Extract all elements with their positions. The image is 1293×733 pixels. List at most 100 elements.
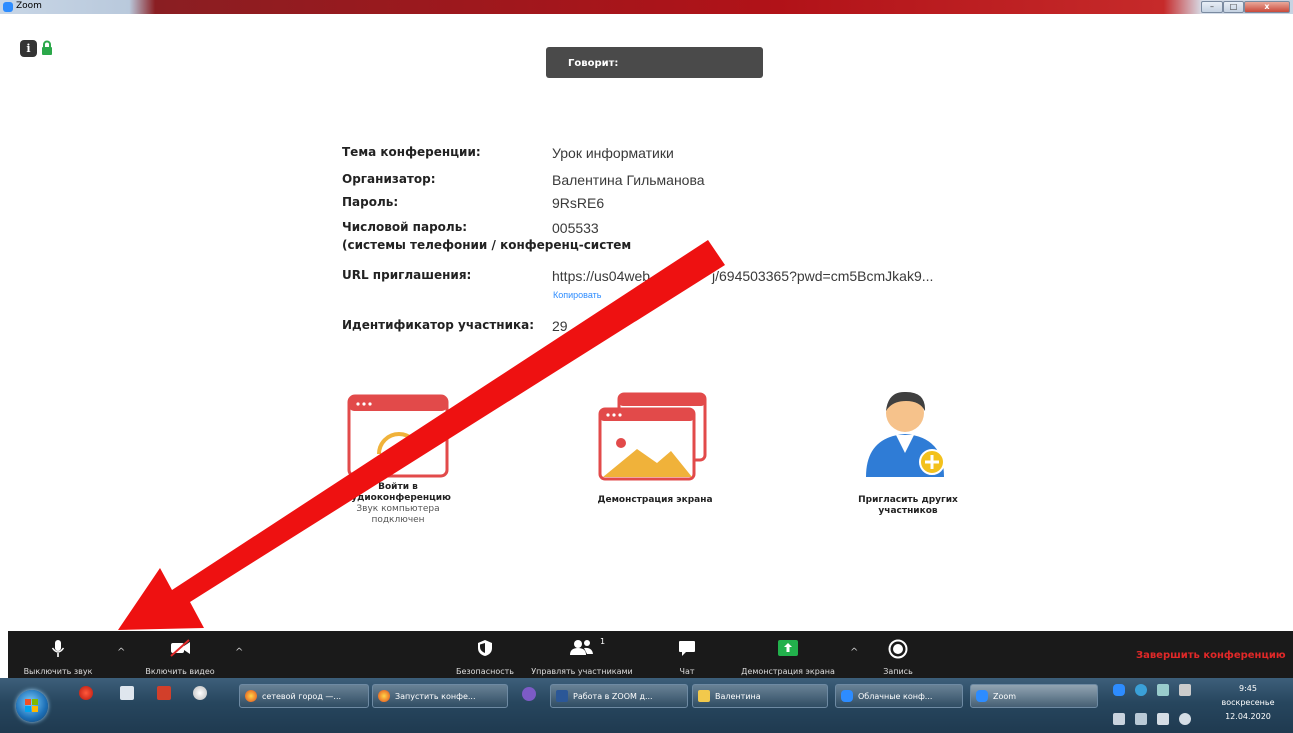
- host-label: Организатор:: [342, 172, 436, 186]
- folder-icon: [698, 690, 710, 702]
- audio-options-caret[interactable]: ^: [117, 647, 125, 658]
- lock-icon[interactable]: [41, 40, 53, 56]
- clock-time: 9:45: [1239, 684, 1257, 693]
- chat-bubble-icon: [679, 641, 695, 656]
- windows-taskbar: сетевой город —... Запустить конфе... Ра…: [0, 678, 1293, 733]
- taskbar-item-word-doc[interactable]: Работа в ZOOM д...: [550, 684, 688, 708]
- taskbar-item-start-conference[interactable]: Запустить конфе...: [372, 684, 508, 708]
- mute-label: Выключить звук: [23, 667, 93, 676]
- url-label: URL приглашения:: [342, 268, 472, 282]
- taskbar-item-folder[interactable]: Валентина: [692, 684, 828, 708]
- join-audio-tile-icon[interactable]: [347, 394, 449, 478]
- task-label: Работа в ZOOM д...: [573, 692, 653, 701]
- mute-button[interactable]: Выключить звук: [8, 631, 108, 678]
- share-screen-label: Демонстрация экрана: [741, 667, 835, 676]
- url-value[interactable]: https://us04web: [552, 268, 650, 284]
- topic-label: Тема конференции:: [342, 145, 481, 159]
- url-value-tail[interactable]: j/694503365?pwd=cm5BcmJkak9...: [712, 268, 933, 284]
- system-clock[interactable]: 9:45 воскресенье 12.04.2020: [1209, 682, 1287, 724]
- tray-signal-icon[interactable]: [1135, 713, 1147, 725]
- share-options-caret[interactable]: ^: [850, 647, 858, 658]
- participants-label: Управлять участниками: [531, 667, 633, 676]
- join-audio-sub-line1: Звук компьютера: [356, 504, 440, 514]
- start-video-button[interactable]: Включить видео: [130, 631, 230, 678]
- record-icon: [888, 639, 908, 659]
- speaking-indicator: Говорит:: [546, 47, 763, 78]
- password-label: Пароль:: [342, 195, 399, 209]
- task-label: Zoom: [993, 692, 1017, 701]
- yandex-browser-icon[interactable]: [193, 686, 207, 700]
- copy-url-link[interactable]: Копировать: [553, 290, 601, 300]
- window-title: Zoom: [16, 1, 42, 11]
- mic-icon: [51, 640, 65, 657]
- red-arrow-annotation: [118, 240, 725, 630]
- clock-date: 12.04.2020: [1225, 712, 1271, 721]
- task-label: Валентина: [715, 692, 761, 701]
- opera-icon[interactable]: [79, 686, 93, 700]
- tray-power-icon[interactable]: [1157, 713, 1169, 725]
- share-screen-tile-icon[interactable]: [597, 391, 709, 483]
- word-icon: [556, 690, 568, 702]
- taskbar-item-setevoy-gorod[interactable]: сетевой город —...: [239, 684, 369, 708]
- taskbar-item-zoom[interactable]: Zoom: [970, 684, 1098, 708]
- record-button[interactable]: Запись: [873, 631, 923, 678]
- numeric-password-label: Числовой пароль:: [342, 220, 468, 234]
- record-label: Запись: [883, 667, 913, 676]
- security-label: Безопасность: [456, 667, 514, 676]
- invite-caption[interactable]: Пригласить других участников: [838, 495, 978, 517]
- taskbar-item-cloud-conference[interactable]: Облачные конф...: [835, 684, 963, 708]
- security-button[interactable]: Безопасность: [445, 631, 525, 678]
- end-meeting-button[interactable]: Завершить конференцию: [1136, 650, 1286, 661]
- participants-button[interactable]: 1 Управлять участниками: [516, 631, 648, 678]
- participants-icon: [570, 640, 593, 655]
- tray-pen-icon[interactable]: [1179, 684, 1191, 696]
- numeric-password-value: 005533: [552, 220, 599, 236]
- video-options-caret[interactable]: ^: [235, 647, 243, 658]
- maximize-button[interactable]: □: [1223, 1, 1244, 13]
- shield-icon: [478, 640, 492, 656]
- participant-id-label: Идентификатор участника:: [342, 318, 535, 332]
- info-icon[interactable]: i: [20, 40, 37, 57]
- task-label: сетевой город —...: [262, 692, 342, 701]
- meeting-toolbar: Выключить звук ^ Включить видео ^ Безопа…: [8, 631, 1293, 678]
- window-titlebar[interactable]: Zoom – □ x: [0, 0, 1293, 14]
- share-screen-button[interactable]: Демонстрация экрана: [728, 631, 848, 678]
- zoom-icon: [976, 690, 988, 702]
- participants-count: 1: [600, 637, 606, 646]
- join-audio-caption[interactable]: Войти в аудиоконференцию Звук компьютера…: [336, 482, 460, 526]
- tray-zoom-icon[interactable]: [1113, 684, 1125, 696]
- task-label: Запустить конфе...: [395, 692, 476, 701]
- tray-app-icon[interactable]: [1135, 684, 1147, 696]
- clock-day: воскресенье: [1221, 698, 1275, 707]
- speaking-label: Говорит:: [568, 58, 619, 69]
- join-audio-title-line1: Войти в: [378, 482, 418, 492]
- save-disk-icon[interactable]: [120, 686, 134, 700]
- tray-network-icon[interactable]: [1157, 684, 1169, 696]
- browser-tab-icon: [378, 690, 390, 702]
- start-button[interactable]: [16, 690, 48, 722]
- task-label: Облачные конф...: [858, 692, 933, 701]
- close-button[interactable]: x: [1244, 1, 1290, 13]
- password-value: 9RsRE6: [552, 195, 605, 211]
- invite-line2: участников: [878, 506, 938, 516]
- tray-language-icon[interactable]: [1113, 713, 1125, 725]
- invite-participants-icon[interactable]: [860, 387, 960, 479]
- chat-button[interactable]: Чат: [662, 631, 712, 678]
- topic-value: Урок информатики: [552, 145, 674, 161]
- tray-volume-icon[interactable]: [1179, 713, 1191, 725]
- chat-label: Чат: [679, 667, 695, 676]
- zoom-icon: [841, 690, 853, 702]
- share-screen-icon: [778, 640, 798, 656]
- host-value: Валентина Гильманова: [552, 172, 705, 188]
- invite-line1: Пригласить других: [858, 495, 958, 505]
- viber-icon[interactable]: [522, 687, 536, 701]
- windows-logo-icon: [25, 699, 38, 712]
- numeric-password-note: (системы телефонии / конференц-систем: [342, 238, 632, 252]
- browser-tab-icon: [245, 690, 257, 702]
- video-off-icon: [170, 639, 190, 657]
- minimize-button[interactable]: –: [1201, 1, 1223, 13]
- zoom-app-icon: [3, 2, 13, 12]
- share-screen-caption[interactable]: Демонстрация экрана: [585, 495, 725, 506]
- media-app-icon[interactable]: [157, 686, 171, 700]
- zoom-window: Zoom – □ x i Говорит: Тема конференции: …: [0, 0, 1293, 733]
